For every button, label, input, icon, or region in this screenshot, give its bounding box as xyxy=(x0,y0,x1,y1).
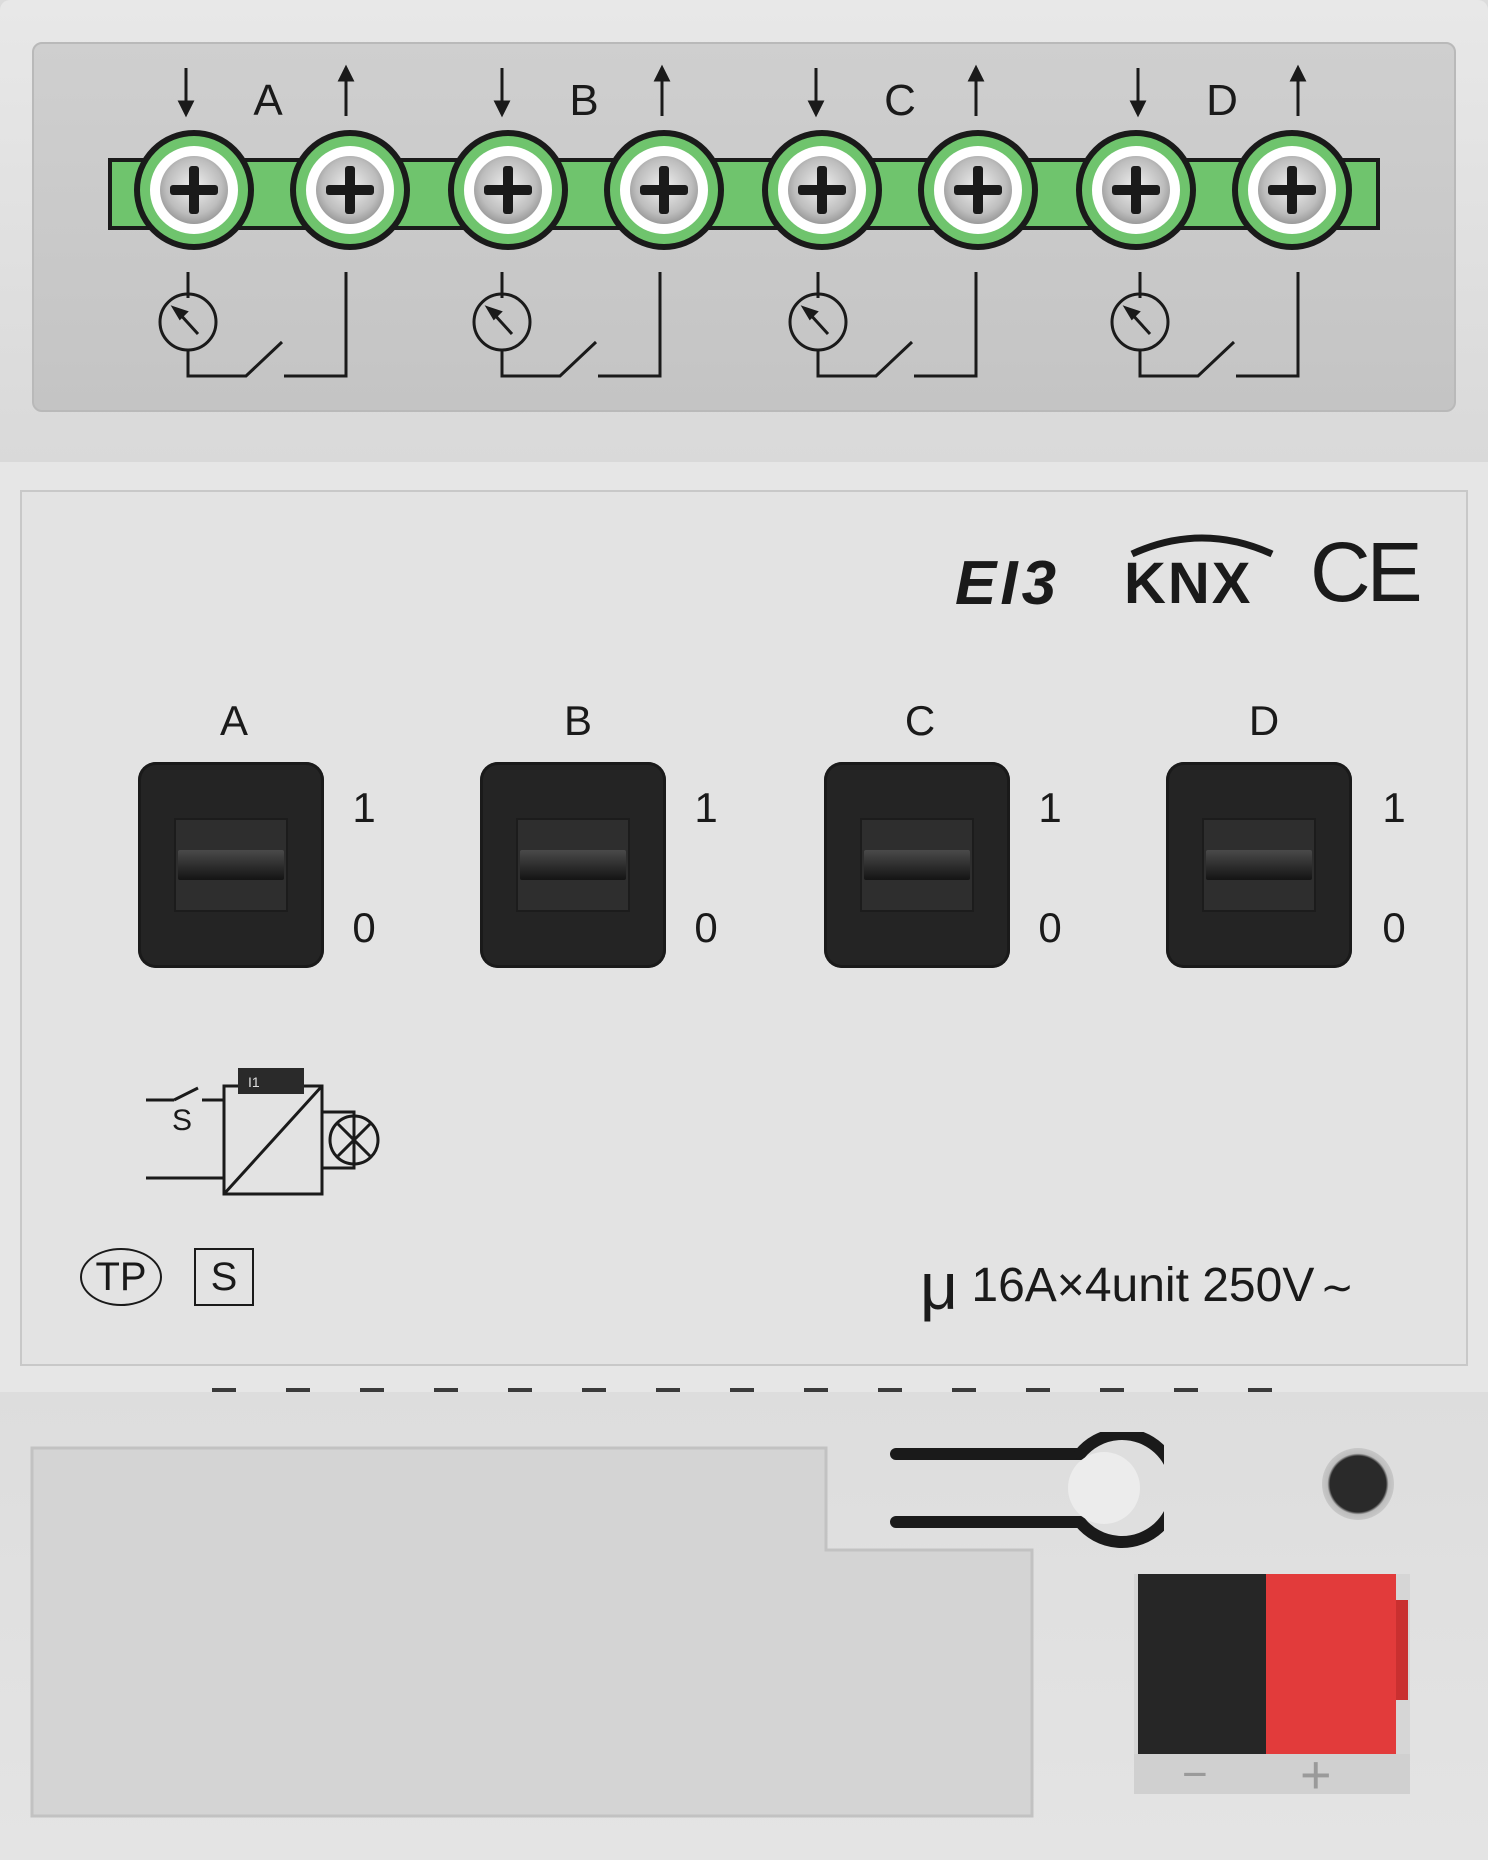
switch-a-off-label: 0 xyxy=(352,904,376,951)
channel-label-c: C xyxy=(904,697,936,744)
switch-lever[interactable] xyxy=(520,850,626,880)
programming-led xyxy=(1322,1448,1394,1520)
knx-switch-actuator: A B C D EI3 KNX CE A B C D 1 0 1 0 1 0 1… xyxy=(0,0,1488,1860)
bus-plus-label: + xyxy=(1300,1745,1332,1805)
switch-c-off-label: 0 xyxy=(1038,904,1062,951)
programming-slot[interactable] xyxy=(884,1432,1164,1552)
switch-d-off-label: 0 xyxy=(1382,904,1406,951)
channel-c-schematic xyxy=(788,64,985,378)
micro-gap-symbol: μ xyxy=(920,1249,959,1323)
switch-b-off-label: 0 xyxy=(694,904,718,951)
channel-label-a: A xyxy=(219,697,248,744)
bus-minus-label: − xyxy=(1182,1750,1208,1799)
brand-logo: EI3 xyxy=(955,549,1061,618)
switch-b-on-label: 1 xyxy=(694,784,718,831)
ac-symbol: ∼ xyxy=(1320,1266,1354,1310)
knx-logo: KNX xyxy=(1124,528,1280,618)
channel-label-b: B xyxy=(563,697,592,744)
knx-bus-connector[interactable]: − + xyxy=(1134,1574,1410,1805)
manual-switch-a[interactable] xyxy=(138,762,324,968)
terminal-schematic xyxy=(158,64,1307,378)
ce-mark: CE xyxy=(1310,525,1423,619)
channel-d-schematic xyxy=(1110,64,1307,378)
relay-tag: I1 xyxy=(248,1074,260,1090)
tp-badge: TP xyxy=(80,1248,162,1306)
switch-d-on-label: 1 xyxy=(1382,784,1406,831)
channel-b-schematic xyxy=(472,64,671,378)
manual-switch-c[interactable] xyxy=(824,762,1010,968)
diagram-switch-label: S xyxy=(172,1104,193,1137)
switch-lever[interactable] xyxy=(1206,850,1312,880)
manual-switch-b[interactable] xyxy=(480,762,666,968)
switch-c-on-label: 1 xyxy=(1038,784,1062,831)
rating-text: 16A×4unit 250V xyxy=(971,1259,1315,1312)
manual-switch-d[interactable] xyxy=(1166,762,1352,968)
switch-lever[interactable] xyxy=(178,850,284,880)
switch-lever[interactable] xyxy=(864,850,970,880)
s-badge: S xyxy=(194,1248,254,1306)
rating-label: μ 16A×4unit 250V ∼ xyxy=(920,1240,1354,1323)
channel-label-d: D xyxy=(1248,697,1280,744)
channel-a-schematic xyxy=(158,64,355,378)
switch-a-on-label: 1 xyxy=(352,784,376,831)
